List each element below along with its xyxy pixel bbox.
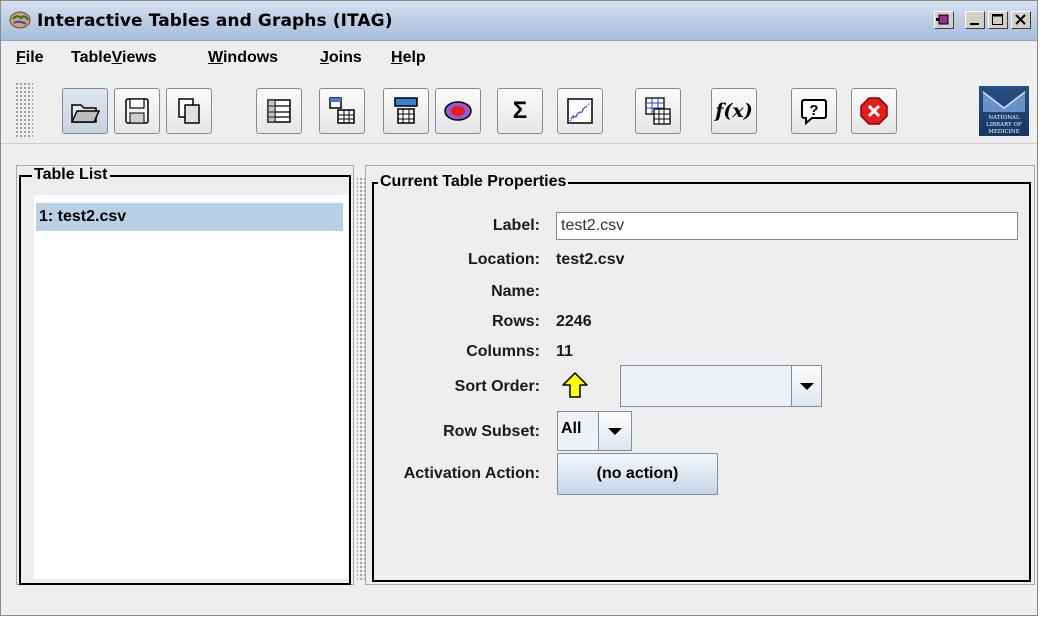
nlm-logo: NATIONAL LIBRARY OF MEDICINE bbox=[979, 86, 1029, 136]
row-subset-value: All bbox=[561, 420, 582, 437]
sort-direction-arrow-icon[interactable] bbox=[561, 371, 589, 399]
columns-caption: Columns: bbox=[466, 343, 540, 360]
join-table-icon bbox=[645, 97, 671, 125]
subset-table-button[interactable] bbox=[319, 88, 365, 134]
pin-button[interactable] bbox=[934, 11, 954, 29]
plot-icon bbox=[567, 98, 593, 124]
toolbar-grip[interactable] bbox=[15, 82, 33, 138]
maximize-button[interactable] bbox=[988, 11, 1008, 29]
menu-tableviews[interactable]: TableViews bbox=[71, 49, 157, 67]
help-button[interactable]: ? bbox=[791, 88, 837, 134]
menu-joins[interactable]: Joins bbox=[320, 49, 362, 67]
app-brain-icon bbox=[9, 11, 31, 29]
properties-title: Current Table Properties bbox=[378, 173, 569, 191]
statistics-button[interactable]: Σ bbox=[497, 88, 543, 134]
save-icon bbox=[125, 98, 149, 124]
function-button[interactable]: f(x) bbox=[711, 88, 757, 134]
stop-icon bbox=[860, 97, 888, 125]
menu-windows[interactable]: Windows bbox=[208, 49, 278, 67]
ellipse-button[interactable] bbox=[435, 88, 481, 134]
function-icon: f(x) bbox=[715, 100, 753, 122]
columns-value: 11 bbox=[556, 343, 573, 360]
rows-caption: Rows: bbox=[492, 313, 540, 330]
svg-text:NATIONAL: NATIONAL bbox=[988, 115, 1020, 121]
svg-text:MEDICINE: MEDICINE bbox=[988, 129, 1019, 135]
menu-file[interactable]: File bbox=[16, 49, 44, 67]
column-table-icon bbox=[394, 97, 418, 124]
save-button[interactable] bbox=[114, 88, 160, 134]
open-table-button[interactable] bbox=[62, 88, 108, 134]
join-table-button[interactable] bbox=[635, 88, 681, 134]
title-bar[interactable]: Interactive Tables and Graphs (ITAG) bbox=[1, 1, 1037, 41]
svg-text:?: ? bbox=[809, 102, 818, 119]
row-subset-caption: Row Subset: bbox=[443, 423, 540, 440]
rows-value: 2246 bbox=[556, 313, 592, 330]
location-caption: Location: bbox=[468, 251, 540, 268]
plot-button[interactable] bbox=[557, 88, 603, 134]
chevron-down-icon[interactable] bbox=[598, 412, 631, 450]
label-input[interactable] bbox=[556, 212, 1018, 240]
sigma-icon: Σ bbox=[512, 97, 528, 124]
sort-order-dropdown[interactable] bbox=[620, 365, 822, 407]
column-table-button[interactable] bbox=[383, 88, 429, 134]
activation-action-caption: Activation Action: bbox=[403, 465, 540, 482]
name-caption: Name: bbox=[491, 283, 540, 300]
activation-action-button[interactable]: (no action) bbox=[557, 453, 718, 495]
table-list[interactable] bbox=[34, 195, 348, 579]
chevron-down-icon[interactable] bbox=[791, 366, 821, 406]
svg-text:LIBRARY OF: LIBRARY OF bbox=[986, 122, 1022, 128]
minimize-button[interactable] bbox=[965, 11, 985, 29]
sort-order-caption: Sort Order: bbox=[454, 378, 540, 395]
copy-button[interactable] bbox=[166, 88, 212, 134]
ellipse-icon bbox=[444, 101, 472, 121]
copy-icon bbox=[178, 98, 200, 124]
help-icon: ? bbox=[801, 99, 827, 126]
location-value: test2.csv bbox=[556, 251, 625, 268]
itag-window: Interactive Tables and Graphs (ITAG) Fil… bbox=[0, 0, 1038, 616]
toolbar: Σ f(x) ? NATIONAL LIBRARY OF MEDICINE bbox=[1, 72, 1037, 144]
list-item[interactable]: 1: test2.csv bbox=[36, 203, 343, 231]
label-caption: Label: bbox=[492, 217, 540, 234]
menu-help[interactable]: Help bbox=[391, 49, 426, 67]
close-button[interactable] bbox=[1011, 11, 1031, 29]
table-list-title: Table List bbox=[32, 166, 110, 184]
subset-table-icon bbox=[329, 97, 355, 124]
window-title: Interactive Tables and Graphs (ITAG) bbox=[37, 11, 393, 31]
table-view-button[interactable] bbox=[256, 88, 302, 134]
open-folder-icon bbox=[70, 104, 101, 123]
row-subset-dropdown[interactable]: All bbox=[557, 411, 632, 451]
stop-button[interactable] bbox=[851, 88, 897, 134]
menu-bar: File TableViews Windows Joins Help bbox=[1, 42, 1037, 72]
table-icon bbox=[267, 99, 291, 123]
